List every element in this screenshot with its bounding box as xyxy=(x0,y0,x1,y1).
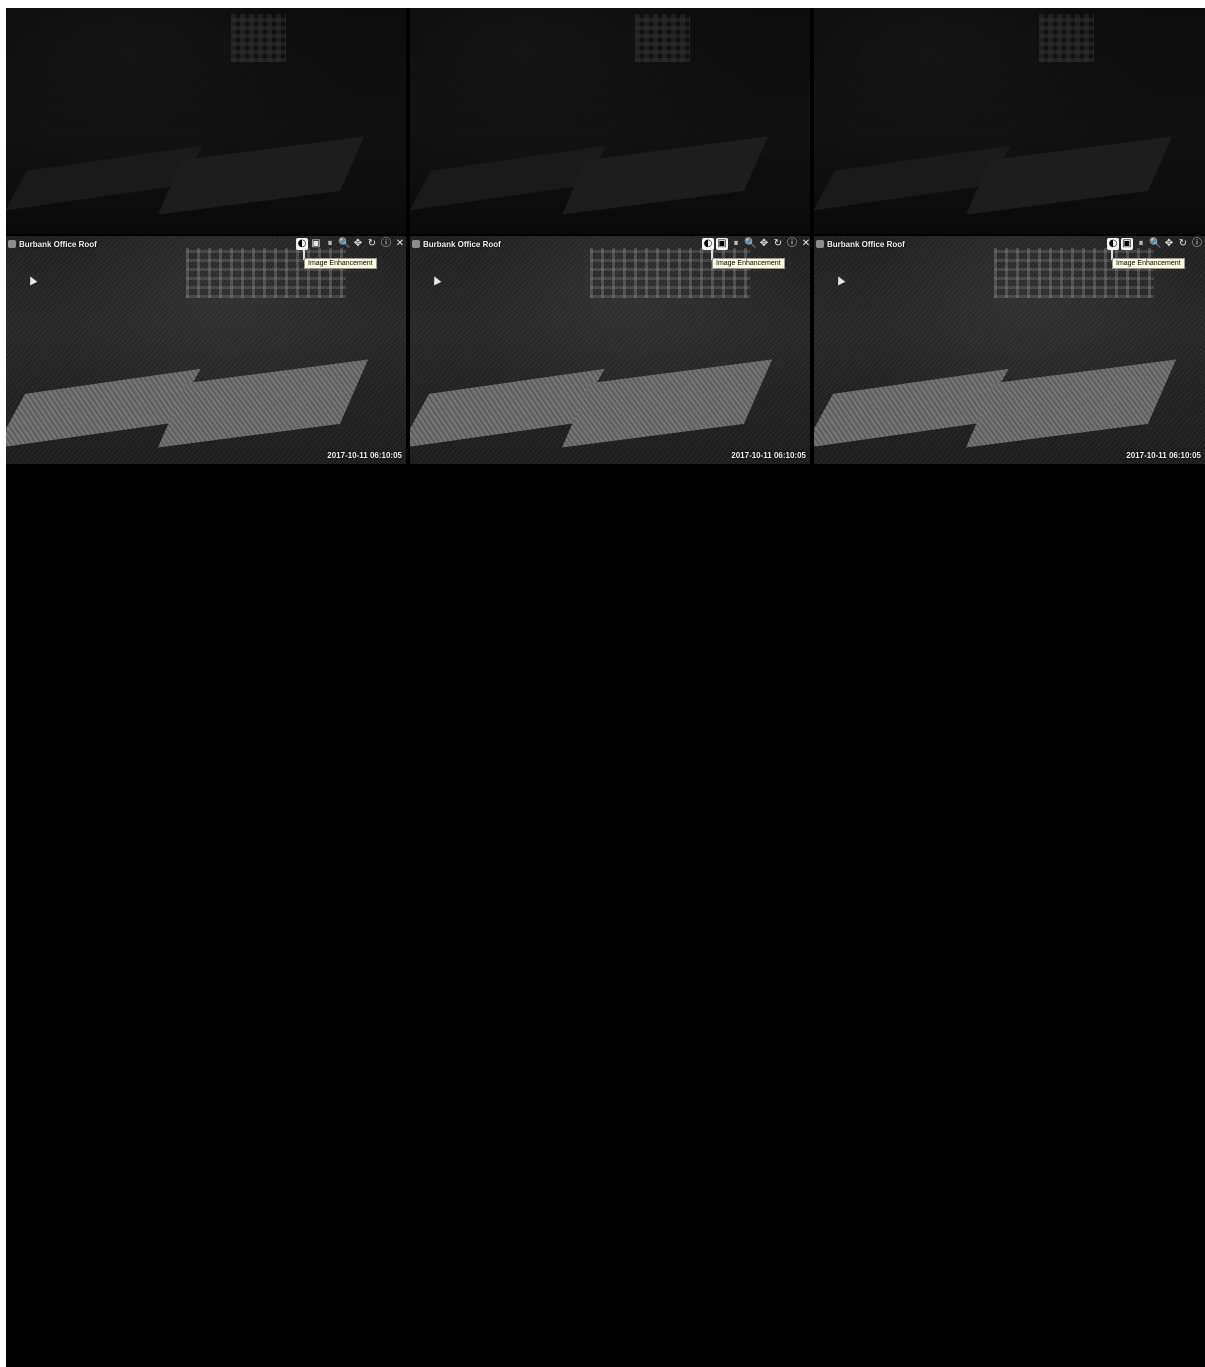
camera-title: Burbank Office Roof xyxy=(412,238,501,250)
brightness-icon[interactable]: ◐ xyxy=(1107,238,1119,250)
info-icon[interactable]: ⓘ xyxy=(786,238,798,250)
info-icon[interactable]: ⓘ xyxy=(1191,238,1203,250)
zoom-icon[interactable]: 🔍 xyxy=(1149,238,1161,250)
camera-toolbar: ◐ ▣ ⏸ 🔍 ✥ ↻ ⓘ ✕ xyxy=(296,237,406,251)
camera-frame-dark xyxy=(410,8,810,234)
window-grid xyxy=(1039,14,1094,62)
zoom-icon[interactable]: 🔍 xyxy=(338,238,350,250)
building-lights xyxy=(590,248,750,298)
window-grid xyxy=(231,14,286,62)
camera-column-1: Burbank Office Roof ◐ ▣ ⏸ 🔍 ✥ ↻ ⓘ ✕ Imag… xyxy=(6,8,406,464)
camera-name: Burbank Office Roof xyxy=(827,239,905,249)
close-icon[interactable]: ✕ xyxy=(800,238,810,250)
ptz-icon[interactable]: ✥ xyxy=(352,238,364,250)
window-grid xyxy=(635,14,690,62)
camera-status-icon xyxy=(816,240,824,248)
camera-status-icon xyxy=(8,240,16,248)
pause-icon[interactable]: ⏸ xyxy=(730,238,742,250)
camera-column-3: Burbank Office Roof ◐ ▣ ⏸ 🔍 ✥ ↻ ⓘ Image … xyxy=(814,8,1205,464)
camera-tile[interactable]: Burbank Office Roof ◐ ▣ ⏸ 🔍 ✥ ↻ ⓘ Image … xyxy=(814,236,1205,464)
pause-icon[interactable]: ⏸ xyxy=(324,238,336,250)
building-lights xyxy=(994,248,1154,298)
camera-tile[interactable]: Burbank Office Roof ◐ ▣ ⏸ 🔍 ✥ ↻ ⓘ ✕ Imag… xyxy=(410,236,810,464)
viewer-canvas: Burbank Office Roof ◐ ▣ ⏸ 🔍 ✥ ↻ ⓘ ✕ Imag… xyxy=(6,8,1205,1367)
close-icon[interactable]: ✕ xyxy=(394,238,406,250)
timestamp: 2017-10-11 06:10:05 xyxy=(731,451,806,460)
zoom-icon[interactable]: 🔍 xyxy=(744,238,756,250)
pause-icon[interactable]: ⏸ xyxy=(1135,238,1147,250)
image-enhancement-icon[interactable]: ▣ xyxy=(716,238,728,250)
image-enhancement-icon[interactable]: ▣ xyxy=(1121,238,1133,250)
camera-frame-dark xyxy=(814,8,1205,234)
building-lights xyxy=(186,248,346,298)
info-icon[interactable]: ⓘ xyxy=(380,238,392,250)
camera-name: Burbank Office Roof xyxy=(19,239,97,249)
camera-tile[interactable]: Burbank Office Roof ◐ ▣ ⏸ 🔍 ✥ ↻ ⓘ ✕ Imag… xyxy=(6,236,406,464)
image-enhancement-icon[interactable]: ▣ xyxy=(310,238,322,250)
camera-toolbar: ◐ ▣ ⏸ 🔍 ✥ ↻ ⓘ xyxy=(1107,237,1203,251)
camera-toolbar: ◐ ▣ ⏸ 🔍 ✥ ↻ ⓘ ✕ xyxy=(702,237,810,251)
ptz-icon[interactable]: ✥ xyxy=(1163,238,1175,250)
camera-column-2: Burbank Office Roof ◐ ▣ ⏸ 🔍 ✥ ↻ ⓘ ✕ Imag… xyxy=(410,8,810,464)
brightness-icon[interactable]: ◐ xyxy=(702,238,714,250)
tooltip: Image Enhancement xyxy=(1112,258,1185,269)
rotate-icon[interactable]: ↻ xyxy=(772,238,784,250)
brightness-icon[interactable]: ◐ xyxy=(296,238,308,250)
ptz-icon[interactable]: ✥ xyxy=(758,238,770,250)
camera-status-icon xyxy=(412,240,420,248)
tooltip: Image Enhancement xyxy=(304,258,377,269)
timestamp: 2017-10-11 06:10:05 xyxy=(1126,451,1201,460)
camera-title: Burbank Office Roof xyxy=(8,238,97,250)
timestamp: 2017-10-11 06:10:05 xyxy=(327,451,402,460)
camera-title: Burbank Office Roof xyxy=(816,238,905,250)
camera-name: Burbank Office Roof xyxy=(423,239,501,249)
rotate-icon[interactable]: ↻ xyxy=(366,238,378,250)
camera-frame-dark xyxy=(6,8,406,234)
rotate-icon[interactable]: ↻ xyxy=(1177,238,1189,250)
tooltip: Image Enhancement xyxy=(712,258,785,269)
